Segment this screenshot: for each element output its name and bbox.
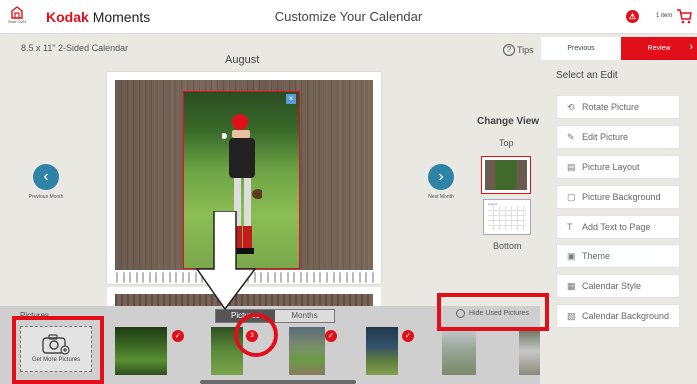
review-label: Review xyxy=(647,45,671,52)
pictures-months-toggle: Pictures Months xyxy=(215,309,335,323)
chevron-right-icon: › xyxy=(689,41,693,53)
view-top-label: Top xyxy=(499,138,514,148)
product-title: 8.5 x 11" 2-Sided Calendar xyxy=(21,43,129,53)
highlight-get-more xyxy=(12,316,104,384)
picture-layout-button[interactable]: ▤ Picture Layout xyxy=(556,155,680,179)
brand-kodak: Kodak xyxy=(46,9,89,25)
check-icon: ✓ xyxy=(402,330,414,342)
check-icon: ✓ xyxy=(325,330,337,342)
photo-thumbnail[interactable] xyxy=(115,327,167,375)
chevron-right-icon: › xyxy=(438,168,444,185)
photo-thumbnail[interactable] xyxy=(289,327,325,375)
tips-label: Tips xyxy=(517,45,534,55)
photo-thumbnail[interactable] xyxy=(519,327,540,375)
select-edit-title: Select an Edit xyxy=(556,70,618,81)
review-button[interactable]: Review › xyxy=(621,37,697,60)
calendar-background-icon: ▧ xyxy=(567,310,576,321)
help-icon: ? xyxy=(503,44,515,56)
remove-photo-icon[interactable]: × xyxy=(286,94,296,104)
highlight-hide-used xyxy=(437,293,549,331)
start-over-label: Start Over xyxy=(7,19,27,24)
rotate-picture-label: Rotate Picture xyxy=(582,102,640,112)
calendar-background-button[interactable]: ▧ Calendar Background xyxy=(556,304,680,328)
add-text-label: Add Text to Page xyxy=(582,222,651,232)
kodak-moments-logo[interactable]: Kodak Moments xyxy=(46,9,150,25)
background-icon: ▢ xyxy=(567,191,576,202)
picture-layout-label: Picture Layout xyxy=(582,162,640,172)
theme-label: Theme xyxy=(582,251,611,261)
strip-scrollbar[interactable] xyxy=(200,380,356,384)
rotate-icon: ⟲ xyxy=(567,101,575,112)
tab-months[interactable]: Months xyxy=(275,310,334,322)
picture-background-button[interactable]: ▢ Picture Background xyxy=(556,185,680,209)
theme-button[interactable]: ▣ Theme xyxy=(556,244,680,268)
change-view-title: Change View xyxy=(477,116,540,127)
next-month-button[interactable]: › xyxy=(428,164,454,190)
edit-picture-button[interactable]: ✎ Edit Picture xyxy=(556,125,680,149)
layout-icon: ▤ xyxy=(567,161,576,172)
view-bottom-label: Bottom xyxy=(493,241,522,251)
calendar-style-label: Calendar Style xyxy=(582,281,642,291)
photo-thumbnail[interactable] xyxy=(366,327,398,375)
calendar-style-icon: ▦ xyxy=(567,280,576,291)
edit-picture-label: Edit Picture xyxy=(582,132,629,142)
text-icon: T xyxy=(567,221,573,232)
tips-link[interactable]: ? Tips xyxy=(503,44,534,56)
view-top-thumbnail[interactable] xyxy=(481,156,531,194)
chevron-left-icon: ‹ xyxy=(43,168,49,185)
calendar-background-label: Calendar Background xyxy=(582,311,670,321)
brand-moments: Moments xyxy=(92,9,151,25)
next-month-label: Next Month xyxy=(428,194,454,200)
add-text-button[interactable]: T Add Text to Page xyxy=(556,215,680,239)
notification-icon[interactable]: ⚠ xyxy=(626,10,639,23)
top-header: Start Over Kodak Moments Customize Your … xyxy=(0,0,697,34)
highlight-badge xyxy=(234,313,278,357)
check-icon: ✓ xyxy=(172,330,184,342)
month-title: August xyxy=(225,54,260,66)
calendar-style-button[interactable]: ▦ Calendar Style xyxy=(556,274,680,298)
previous-month-label: Previous Month xyxy=(28,194,64,200)
start-over-button[interactable]: Start Over xyxy=(5,5,29,31)
cart-count[interactable]: 1 item xyxy=(656,13,672,19)
home-icon xyxy=(11,6,23,19)
theme-icon: ▣ xyxy=(567,250,576,261)
cart-icon[interactable] xyxy=(676,8,692,29)
previous-month-button[interactable]: ‹ xyxy=(33,164,59,190)
picture-background-label: Picture Background xyxy=(582,192,661,202)
down-arrow-annotation xyxy=(195,211,257,311)
view-bottom-thumbnail[interactable]: August xyxy=(483,199,531,235)
photo-thumbnail[interactable] xyxy=(442,327,476,375)
edit-icon: ✎ xyxy=(567,131,575,142)
previous-button[interactable]: Previous xyxy=(541,37,621,60)
rotate-picture-button[interactable]: ⟲ Rotate Picture xyxy=(556,95,680,119)
